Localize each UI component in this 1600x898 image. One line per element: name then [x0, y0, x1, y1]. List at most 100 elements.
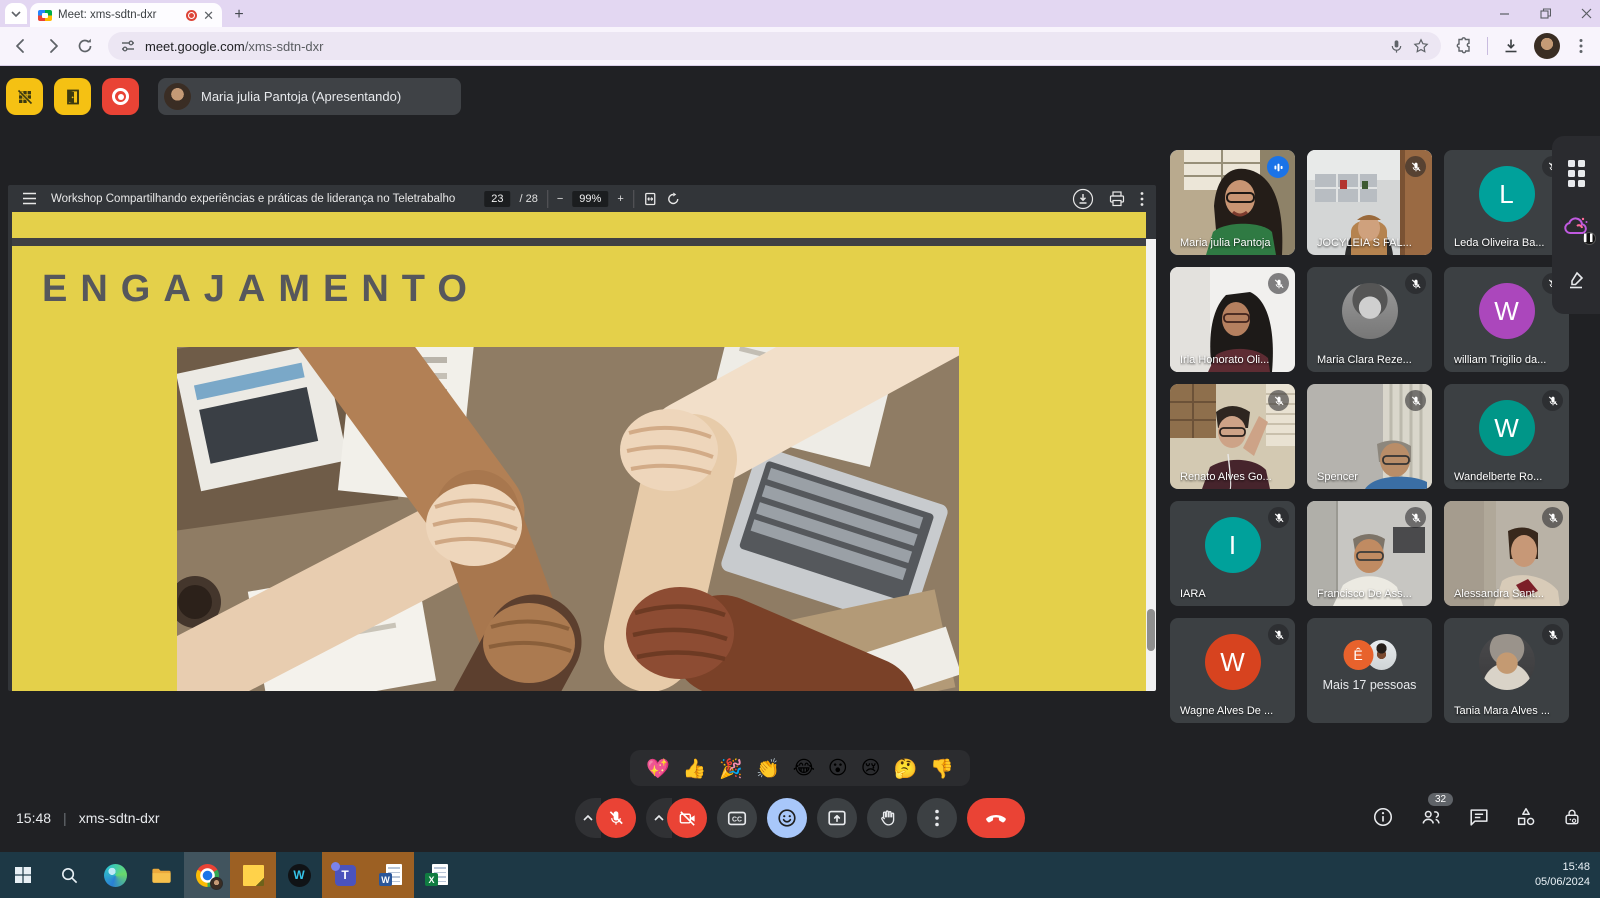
- host-controls-button[interactable]: [1562, 806, 1582, 833]
- participant-tile[interactable]: JOCYLEIA S FAL...: [1307, 150, 1432, 255]
- windows-taskbar: W T W X 15:48 05/06/2024: [0, 852, 1600, 898]
- participant-tile[interactable]: Renato Alves Go...: [1170, 384, 1295, 489]
- reaction-thumbs-up[interactable]: 👍: [683, 757, 707, 780]
- mic-control-group: [575, 798, 636, 838]
- taskbar-search-button[interactable]: [46, 852, 92, 898]
- zoom-in-button[interactable]: +: [617, 193, 623, 205]
- taskbar-edge[interactable]: [92, 852, 138, 898]
- reactions-button[interactable]: [767, 798, 807, 838]
- captions-button[interactable]: CC: [717, 798, 757, 838]
- taskbar-teams[interactable]: T: [322, 852, 368, 898]
- chat-button[interactable]: [1468, 806, 1490, 833]
- print-icon[interactable]: [1109, 191, 1125, 207]
- presenter-pill[interactable]: Maria julia Pantoja (Apresentando): [158, 78, 461, 115]
- reload-icon[interactable]: [76, 37, 94, 55]
- participant-tile[interactable]: Maria Clara Reze...: [1307, 267, 1432, 372]
- grid-slash-icon: [16, 88, 34, 106]
- participant-tile[interactable]: Francisco De Ass...: [1307, 501, 1432, 606]
- taskbar-chrome[interactable]: [184, 852, 230, 898]
- mic-off-icon: [1405, 507, 1426, 528]
- page-total-label: / 28: [519, 193, 537, 205]
- more-options-button[interactable]: [917, 798, 957, 838]
- extension-door-button[interactable]: [54, 78, 91, 115]
- pdf-page-controls: 23 / 28 − 99% +: [484, 185, 680, 212]
- reaction-party[interactable]: 🎉: [719, 757, 743, 780]
- apps-grid-icon[interactable]: [1568, 160, 1585, 187]
- present-button[interactable]: [817, 798, 857, 838]
- end-call-button[interactable]: [967, 798, 1025, 838]
- zoom-level-input[interactable]: 99%: [572, 191, 608, 207]
- tab-search-button[interactable]: [5, 3, 27, 24]
- address-bar[interactable]: meet.google.com/xms-sdtn-dxr: [108, 32, 1441, 60]
- meeting-details-button[interactable]: [1372, 806, 1394, 833]
- participant-name: Leda Oliveira Ba...: [1454, 237, 1563, 249]
- rotate-icon[interactable]: [666, 192, 680, 206]
- recording-button[interactable]: [102, 78, 139, 115]
- new-tab-button[interactable]: +: [230, 6, 248, 24]
- downloads-icon[interactable]: [1502, 37, 1520, 55]
- start-button[interactable]: [0, 852, 46, 898]
- highlighter-icon[interactable]: [1566, 270, 1586, 290]
- forward-icon[interactable]: [44, 37, 62, 55]
- menu-icon[interactable]: [22, 192, 37, 205]
- call-controls: CC: [575, 798, 1025, 838]
- activities-icon: [1515, 806, 1537, 828]
- extension-cloud-icon[interactable]: ▌▌: [1563, 216, 1589, 241]
- page-number-input[interactable]: 23: [484, 191, 510, 207]
- restore-icon[interactable]: [1540, 8, 1551, 19]
- pdf-scroll-thumb[interactable]: [1147, 609, 1155, 651]
- taskbar-sticky-notes[interactable]: [230, 852, 276, 898]
- fit-page-icon[interactable]: [643, 192, 657, 206]
- taskbar-word[interactable]: W: [368, 852, 414, 898]
- raise-hand-button[interactable]: [867, 798, 907, 838]
- participant-tile[interactable]: L Leda Oliveira Ba...: [1444, 150, 1569, 255]
- reaction-laugh[interactable]: 😂: [793, 757, 815, 779]
- browser-tab[interactable]: Meet: xms-sdtn-dxr ✕: [30, 3, 222, 27]
- taskbar-webex[interactable]: W: [276, 852, 322, 898]
- reaction-surprised[interactable]: 😮: [828, 757, 848, 779]
- reaction-cry[interactable]: 😢: [861, 757, 881, 779]
- zoom-out-button[interactable]: −: [557, 193, 563, 205]
- profile-avatar[interactable]: [1534, 33, 1560, 59]
- pdf-more-icon[interactable]: [1140, 191, 1144, 207]
- avatar: W: [1205, 634, 1261, 690]
- participant-tile[interactable]: W Wagne Alves De ...: [1170, 618, 1295, 723]
- tab-close-icon[interactable]: ✕: [203, 9, 214, 22]
- reaction-heart[interactable]: 💖: [646, 757, 670, 780]
- extension-grid-off-button[interactable]: [6, 78, 43, 115]
- participant-tile[interactable]: W Wandelberte Ro...: [1444, 384, 1569, 489]
- browser-menu-icon[interactable]: [1574, 38, 1588, 54]
- activities-button[interactable]: [1515, 806, 1537, 833]
- participant-tile[interactable]: Spencer: [1307, 384, 1432, 489]
- participant-tile[interactable]: W william Trigilio da...: [1444, 267, 1569, 372]
- voice-search-icon[interactable]: [1389, 39, 1404, 54]
- download-icon[interactable]: [1072, 188, 1094, 210]
- meeting-panels: 32: [1372, 806, 1582, 833]
- participant-tile[interactable]: Irla Honorato Oli...: [1170, 267, 1295, 372]
- close-icon[interactable]: [1581, 8, 1592, 19]
- participant-tile[interactable]: Maria julia Pantoja: [1170, 150, 1295, 255]
- taskbar-excel[interactable]: X: [414, 852, 460, 898]
- window-controls: [1499, 0, 1592, 26]
- taskbar-clock[interactable]: 15:48 05/06/2024: [1535, 852, 1600, 898]
- extensions-icon[interactable]: [1455, 37, 1473, 55]
- participant-tile[interactable]: Alessandra Sant...: [1444, 501, 1569, 606]
- reaction-clap[interactable]: 👏: [756, 757, 780, 780]
- slide-page: ENGAJAMENTO: [12, 212, 1146, 691]
- reaction-thumbs-down[interactable]: 👎: [930, 757, 954, 780]
- back-icon[interactable]: [12, 37, 30, 55]
- side-rail: ▌▌: [1552, 136, 1600, 314]
- mic-off-icon: [1405, 390, 1426, 411]
- bookmark-star-icon[interactable]: [1413, 38, 1429, 54]
- participant-tile[interactable]: Tania Mara Alves ...: [1444, 618, 1569, 723]
- reaction-thinking[interactable]: 🤔: [894, 757, 918, 780]
- participant-tile[interactable]: I IARA: [1170, 501, 1295, 606]
- minimize-icon[interactable]: [1499, 8, 1510, 19]
- overflow-tile[interactable]: Ê Mais 17 pessoas: [1307, 618, 1432, 723]
- mic-mute-button[interactable]: [596, 798, 636, 838]
- pdf-scrollbar[interactable]: [1146, 239, 1156, 691]
- people-button[interactable]: 32: [1419, 806, 1443, 833]
- taskbar-file-explorer[interactable]: [138, 852, 184, 898]
- site-settings-icon[interactable]: [120, 38, 136, 54]
- camera-off-button[interactable]: [667, 798, 707, 838]
